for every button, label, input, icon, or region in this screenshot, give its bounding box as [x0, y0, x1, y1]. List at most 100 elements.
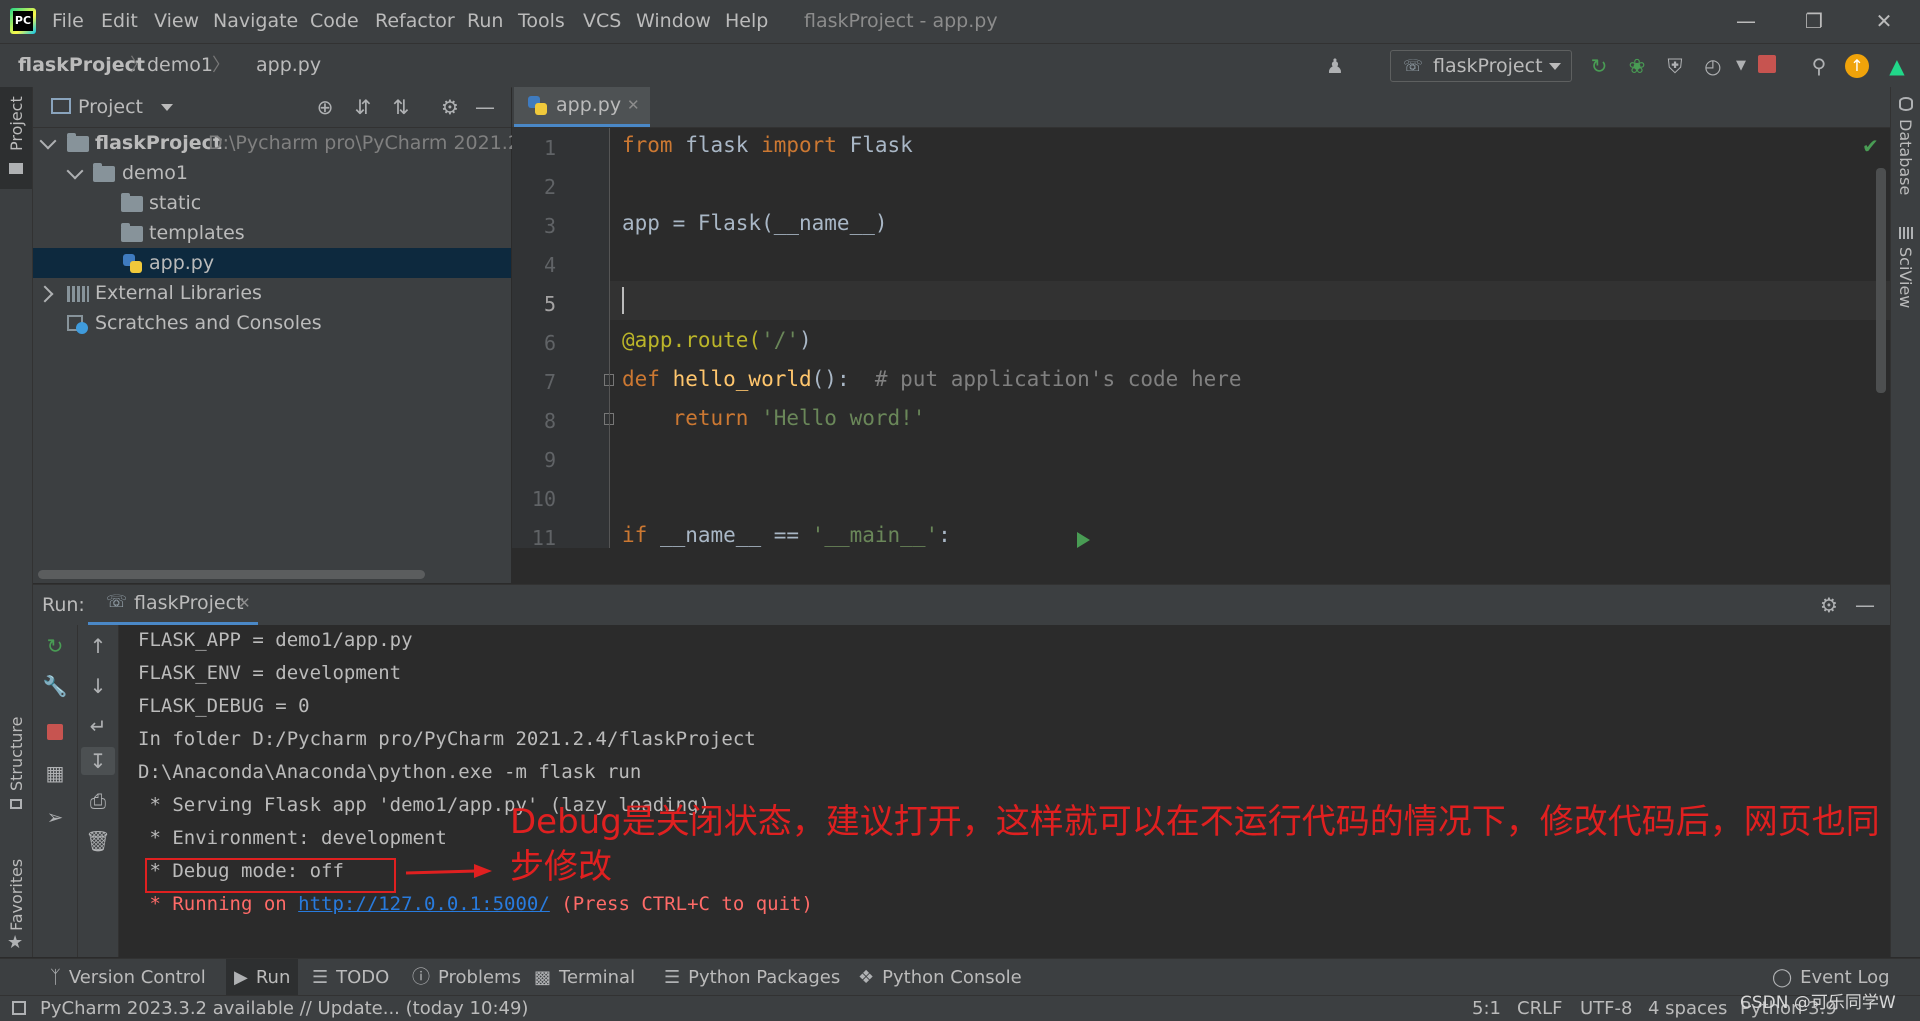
- problems-button[interactable]: ⓘ Problems: [412, 959, 521, 996]
- code-line-7: def hello_world(): # put application's c…: [622, 367, 1242, 391]
- menu-window[interactable]: Window: [636, 0, 711, 43]
- inspection-ok-icon[interactable]: ✔: [1862, 134, 1879, 158]
- breadcrumb-app-py[interactable]: app.py: [256, 44, 321, 87]
- search-icon[interactable]: ⚲: [1806, 53, 1832, 79]
- minimize-button[interactable]: —: [1718, 0, 1774, 43]
- debug-bug-icon[interactable]: ❀: [1624, 53, 1650, 79]
- menu-tools[interactable]: Tools: [518, 0, 565, 43]
- chevron-down-icon: [1549, 63, 1561, 70]
- console-line: FLASK_APP = demo1/app.py: [138, 629, 413, 651]
- update-icon[interactable]: ↑: [1845, 54, 1869, 78]
- stop-icon[interactable]: [33, 718, 77, 746]
- code-editor[interactable]: from flask import Flask app = Flask(__na…: [512, 128, 1890, 548]
- server-url-link[interactable]: http://127.0.0.1:5000/: [298, 893, 550, 915]
- run-toolbar-primary: ↻ 🔧 ▦ ➢: [33, 625, 78, 957]
- tree-item-demo1[interactable]: demo1: [33, 158, 511, 188]
- todo-button[interactable]: ☰ TODO: [312, 959, 389, 996]
- menu-edit[interactable]: Edit: [101, 0, 138, 43]
- project-horizontal-scrollbar[interactable]: [38, 570, 425, 579]
- tree-item-static[interactable]: static: [33, 188, 511, 218]
- arrow-down-icon[interactable]: ↓: [78, 672, 118, 700]
- soft-wrap-icon[interactable]: ↵: [78, 712, 118, 740]
- tree-item-templates[interactable]: templates: [33, 218, 511, 248]
- tab-app-py[interactable]: app.py ✕: [514, 87, 650, 127]
- user-icon[interactable]: ♟: [1322, 53, 1348, 79]
- project-view-select[interactable]: Project: [78, 87, 143, 127]
- restore-button[interactable]: ❐: [1786, 0, 1842, 43]
- speech-bubble-icon: ◯: [1772, 967, 1793, 988]
- favorites-tool-button[interactable]: Favorites ★: [0, 847, 32, 957]
- chevron-right-icon[interactable]: [36, 285, 54, 303]
- trash-icon[interactable]: 🗑: [78, 827, 118, 855]
- console-line-running: * Running on http://127.0.0.1:5000/ (Pre…: [138, 893, 813, 915]
- database-tool-button[interactable]: Database: [1891, 97, 1920, 197]
- menu-navigate[interactable]: Navigate: [213, 0, 298, 43]
- scroll-to-end-icon[interactable]: ↧: [81, 747, 115, 775]
- folder-icon: [121, 193, 143, 212]
- rerun-icon[interactable]: ↻: [33, 632, 77, 660]
- version-control-button[interactable]: ᛉ Version Control: [50, 959, 206, 996]
- tab-run-flaskproject[interactable]: ☏ flaskProject ✕: [88, 585, 258, 625]
- menu-vcs[interactable]: VCS: [583, 0, 621, 43]
- annotation-arrow-icon: [405, 864, 492, 878]
- coverage-icon[interactable]: ⛨: [1662, 53, 1688, 79]
- sciview-tool-button[interactable]: SciView: [1891, 227, 1920, 317]
- file-encoding[interactable]: UTF-8: [1580, 996, 1632, 1021]
- project-stripe-label: Project: [7, 96, 26, 151]
- chevron-down-icon[interactable]: [161, 104, 173, 111]
- breadcrumb-separator-icon: 〉: [130, 55, 148, 76]
- rerun-icon[interactable]: ↻: [1586, 53, 1612, 79]
- menu-file[interactable]: File: [52, 0, 84, 43]
- wrench-icon[interactable]: 🔧: [33, 672, 77, 700]
- structure-tool-button[interactable]: Structure: [0, 712, 32, 812]
- arrow-up-icon[interactable]: ↑: [78, 632, 118, 660]
- python-console-button[interactable]: ❖ Python Console: [858, 959, 1022, 996]
- breadcrumb-project[interactable]: flaskProject: [18, 44, 145, 87]
- line-separator[interactable]: CRLF: [1517, 996, 1562, 1021]
- close-tab-icon[interactable]: ✕: [627, 87, 640, 124]
- hide-panel-icon[interactable]: —: [1853, 593, 1877, 617]
- menu-help[interactable]: Help: [725, 0, 768, 43]
- run-configuration-select[interactable]: ☏ flaskProject: [1390, 50, 1572, 82]
- close-window-button[interactable]: ✕: [1856, 0, 1912, 43]
- menu-code[interactable]: Code: [310, 0, 359, 43]
- gear-icon[interactable]: ⚙: [438, 95, 462, 119]
- gear-icon[interactable]: ⚙: [1817, 593, 1841, 617]
- console-line: FLASK_DEBUG = 0: [138, 695, 310, 717]
- panel-toggle-icon[interactable]: [12, 1001, 26, 1015]
- editor-scrollbar[interactable]: [1876, 168, 1886, 393]
- chevron-down-icon[interactable]: [39, 132, 57, 150]
- run-console[interactable]: FLASK_APP = demo1/app.py FLASK_ENV = dev…: [119, 625, 1890, 957]
- indent-setting[interactable]: 4 spaces: [1648, 996, 1727, 1021]
- run-tool-button[interactable]: ▶ Run: [226, 959, 299, 996]
- collapse-all-icon[interactable]: ⇅: [389, 95, 413, 119]
- tree-item-app-py[interactable]: app.py: [33, 248, 511, 278]
- sciview-stripe-label: SciView: [1896, 247, 1915, 309]
- pin-icon[interactable]: ➢: [33, 803, 77, 831]
- project-tool-button[interactable]: Project: [0, 87, 32, 189]
- layout-icon[interactable]: ▦: [33, 759, 77, 787]
- more-run-options-icon[interactable]: ▼: [1728, 53, 1754, 79]
- tree-item-external-libraries[interactable]: External Libraries: [33, 278, 511, 308]
- tree-item-flaskproject[interactable]: flaskProject D:\Pycharm pro\PyCharm 2021…: [33, 128, 544, 158]
- tree-item-scratches[interactable]: Scratches and Consoles: [33, 308, 511, 338]
- expand-all-icon[interactable]: ⇵: [351, 95, 375, 119]
- caret-position[interactable]: 5:1: [1472, 996, 1501, 1021]
- locate-file-icon[interactable]: ⊕: [313, 95, 337, 119]
- menu-view[interactable]: View: [154, 0, 199, 43]
- status-message[interactable]: PyCharm 2023.3.2 available // Update... …: [40, 996, 528, 1021]
- menu-run[interactable]: Run: [467, 0, 503, 43]
- python-packages-button[interactable]: ☰ Python Packages: [664, 959, 840, 996]
- annotation-text: Debug是关闭状态，建议打开，这样就可以在不运行代码的情况下，修改代码后，网页…: [510, 802, 1880, 887]
- jetbrains-icon[interactable]: ▲: [1884, 53, 1910, 79]
- terminal-button[interactable]: ▩ Terminal: [534, 959, 635, 996]
- breadcrumb-demo1[interactable]: demo1: [147, 44, 213, 87]
- chevron-down-icon[interactable]: [66, 162, 84, 180]
- hide-panel-icon[interactable]: —: [473, 95, 497, 119]
- close-tab-icon[interactable]: ✕: [238, 585, 251, 622]
- stop-icon[interactable]: [1758, 55, 1776, 73]
- profile-icon[interactable]: ◴: [1700, 53, 1726, 79]
- clock-icon: [76, 322, 88, 334]
- menu-refactor[interactable]: Refactor: [375, 0, 455, 43]
- print-icon[interactable]: ⎙: [78, 787, 118, 815]
